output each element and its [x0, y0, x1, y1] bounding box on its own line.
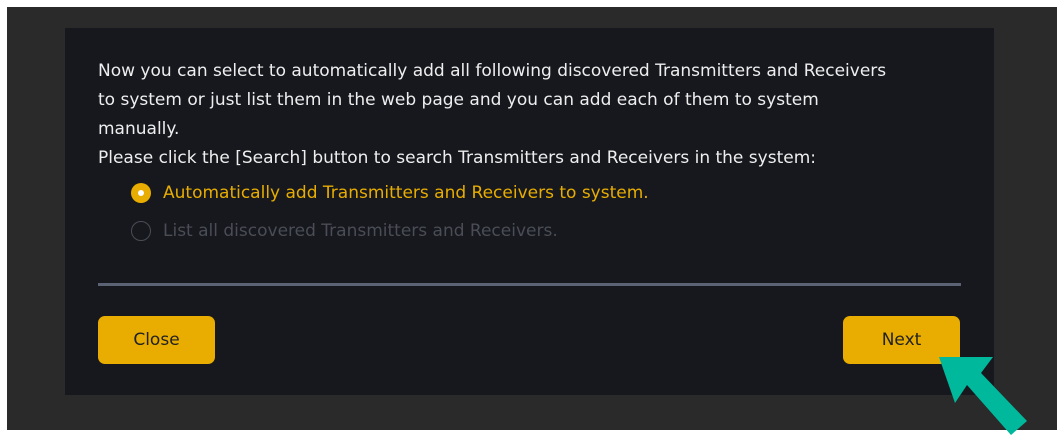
- description-line-1: Now you can select to automatically add …: [98, 61, 887, 81]
- option-auto-add-label: Automatically add Transmitters and Recei…: [163, 183, 649, 203]
- radio-list-all[interactable]: [131, 221, 151, 241]
- modal-backdrop: Now you can select to automatically add …: [7, 7, 1057, 430]
- description-line-2: to system or just list them in the web p…: [98, 90, 819, 110]
- radio-auto-add[interactable]: [131, 183, 151, 203]
- option-auto-add[interactable]: Automatically add Transmitters and Recei…: [131, 180, 649, 206]
- auto-add-dialog: Now you can select to automatically add …: [65, 28, 994, 395]
- description-line-3: manually.: [98, 119, 180, 139]
- close-button[interactable]: Close: [98, 316, 215, 364]
- option-list-all[interactable]: List all discovered Transmitters and Rec…: [131, 218, 558, 244]
- dialog-description: Now you can select to automatically add …: [98, 57, 978, 173]
- description-line-4: Please click the [Search] button to sear…: [98, 148, 816, 168]
- pointer-arrow-icon: [939, 357, 1027, 435]
- option-list-all-label: List all discovered Transmitters and Rec…: [163, 221, 558, 241]
- dialog-divider: [98, 283, 961, 286]
